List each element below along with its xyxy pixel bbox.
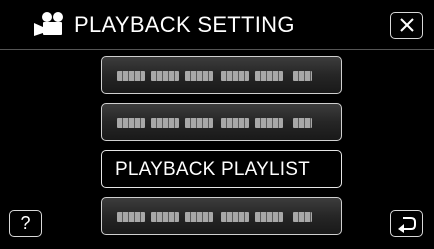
menu-item-1[interactable] — [101, 56, 342, 94]
menu-item-playback-playlist[interactable]: PLAYBACK PLAYLIST — [101, 150, 342, 188]
close-button[interactable] — [390, 12, 423, 39]
back-button[interactable] — [390, 210, 423, 237]
return-arrow-icon — [398, 217, 416, 233]
header-bar: PLAYBACK SETTING — [0, 0, 434, 52]
help-label: ? — [20, 213, 31, 233]
video-camera-icon — [34, 12, 63, 36]
menu-item-4[interactable] — [101, 197, 342, 235]
menu-item-2[interactable] — [101, 103, 342, 141]
help-button[interactable]: ? — [9, 210, 42, 237]
page-title: PLAYBACK SETTING — [74, 12, 295, 37]
menu-item-label: PLAYBACK PLAYLIST — [115, 159, 310, 180]
header-divider — [0, 49, 434, 50]
close-icon — [400, 18, 414, 32]
